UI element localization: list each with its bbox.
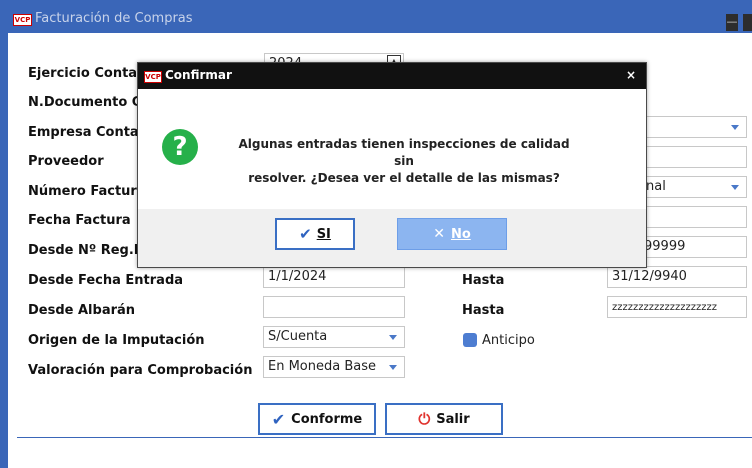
dialog-message-line1: Algunas entradas tienen inspecciones de … (238, 137, 570, 168)
dialog-body: ? Algunas entradas tienen inspecciones d… (138, 89, 646, 209)
no-button[interactable]: ✕ No (397, 218, 507, 250)
hasta-fecha-entrada-field[interactable]: 31/12/9940 (607, 266, 747, 288)
valoracion-value: En Moneda Base (268, 359, 376, 374)
minimize-button[interactable]: — (726, 14, 738, 31)
window-left-border (0, 33, 8, 468)
checkmark-icon: ✔ (271, 409, 286, 429)
origen-imputacion-value: S/Cuenta (268, 329, 328, 344)
power-icon: ⏻ (418, 410, 431, 428)
yes-button[interactable]: ✔ SI (275, 218, 355, 250)
tipo-factura-value: nal (646, 179, 666, 194)
no-label: No (450, 226, 471, 242)
chevron-down-icon (731, 185, 739, 190)
chevron-down-icon (389, 365, 397, 370)
close-icon[interactable]: × (626, 68, 636, 82)
yes-label: SI (316, 226, 331, 242)
anticipo-label: Anticipo (482, 333, 535, 348)
anticipo-checkbox[interactable] (463, 333, 477, 347)
desde-fecha-entrada-field[interactable]: 1/1/2024 (263, 266, 405, 288)
confirm-dialog: VCP Confirmar × ? Algunas entradas tiene… (137, 62, 647, 268)
label-numero-factura: Número Factura (28, 184, 146, 199)
hasta-reg-entrada-value: 99999 (644, 239, 686, 254)
hasta-albaran-field[interactable]: zzzzzzzzzzzzzzzzzzzz (607, 296, 747, 318)
hasta-fecha-entrada-value: 31/12/9940 (612, 269, 687, 284)
valoracion-select[interactable]: En Moneda Base (263, 356, 405, 378)
dialog-message: Algunas entradas tienen inspecciones de … (234, 136, 574, 187)
origen-imputacion-select[interactable]: S/Cuenta (263, 326, 405, 348)
dialog-titlebar: VCP Confirmar × (138, 63, 646, 89)
salir-label: Salir (436, 411, 470, 427)
window-title: Facturación de Compras (35, 11, 193, 26)
dialog-footer: ✔ SI ✕ No (138, 209, 646, 267)
desde-fecha-entrada-value: 1/1/2024 (268, 269, 327, 284)
label-proveedor: Proveedor (28, 154, 104, 169)
desde-albaran-field[interactable] (263, 296, 405, 318)
label-desde-fecha-entrada: Desde Fecha Entrada (28, 273, 184, 288)
label-hasta-fecha: Hasta (462, 273, 505, 288)
app-logo-icon: VCP (13, 14, 32, 26)
label-fecha-factura: Fecha Factura (28, 213, 131, 228)
conforme-label: Conforme (291, 411, 363, 427)
label-valoracion: Valoración para Comprobación (28, 363, 253, 378)
chevron-down-icon (731, 125, 739, 130)
footer-divider (17, 437, 752, 438)
maximize-button[interactable] (743, 14, 752, 31)
chevron-down-icon (389, 335, 397, 340)
question-icon: ? (162, 129, 198, 165)
salir-button[interactable]: ⏻ Salir (385, 403, 503, 435)
close-icon: ✕ (433, 226, 445, 242)
label-hasta-albaran: Hasta (462, 303, 505, 318)
label-origen-imputacion: Origen de la Imputación (28, 333, 205, 348)
dialog-title: Confirmar (165, 68, 232, 82)
dialog-message-line2: resolver. ¿Desea ver el detalle de las m… (248, 171, 560, 185)
hasta-albaran-value: zzzzzzzzzzzzzzzzzzzz (612, 302, 717, 313)
conforme-button[interactable]: ✔ Conforme (258, 403, 376, 435)
app-logo-icon: VCP (144, 71, 162, 83)
label-desde-albaran: Desde Albarán (28, 303, 136, 318)
checkmark-icon: ✔ (299, 225, 312, 243)
window-titlebar: VCP Facturación de Compras — (0, 0, 752, 33)
